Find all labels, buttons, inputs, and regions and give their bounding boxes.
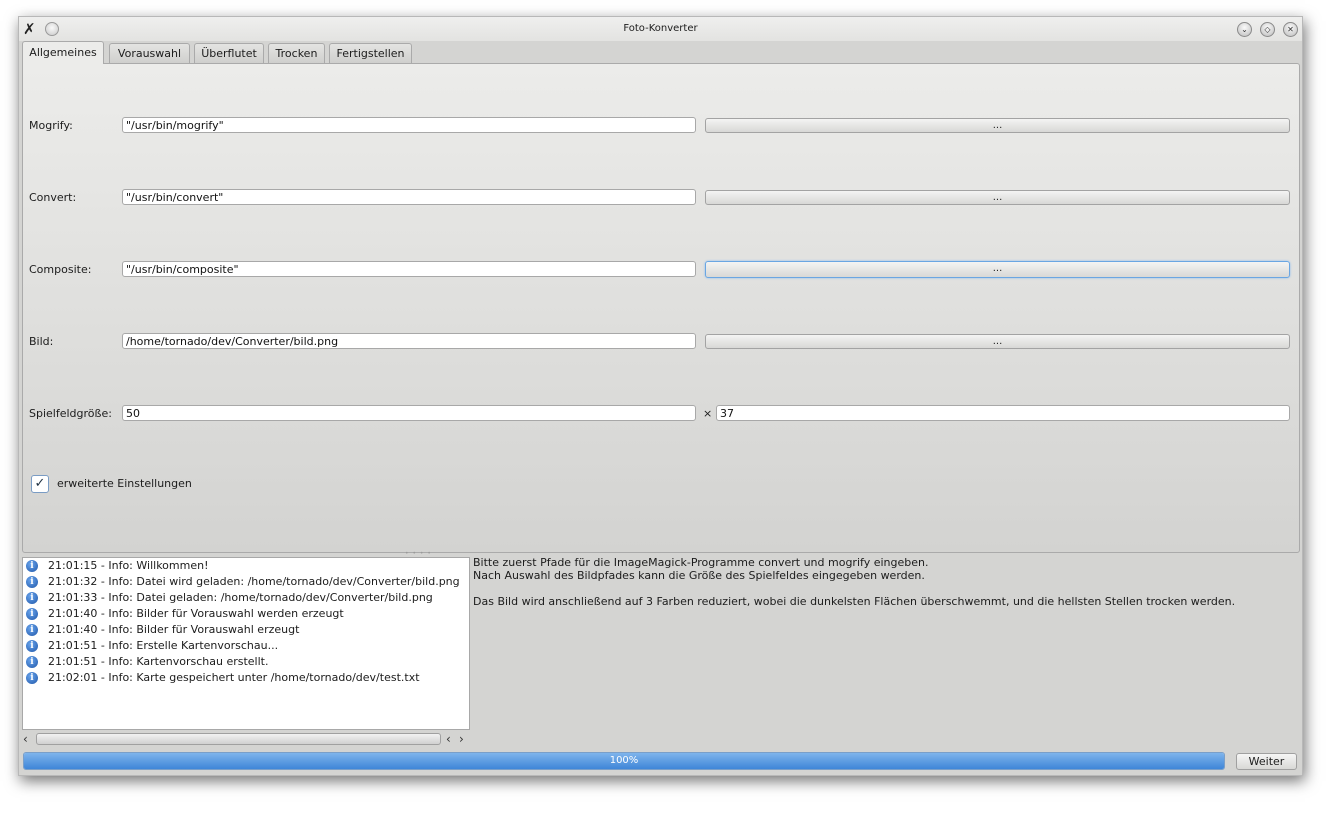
next-button[interactable]: Weiter bbox=[1236, 753, 1297, 770]
progress-bar: 100% bbox=[23, 752, 1225, 770]
advanced-settings-label[interactable]: erweiterte Einstellungen bbox=[57, 477, 192, 490]
convert-browse-button[interactable]: ... bbox=[705, 190, 1290, 205]
composite-browse-button[interactable]: ... bbox=[705, 261, 1290, 278]
info-icon: i bbox=[26, 656, 38, 668]
info-icon: i bbox=[26, 672, 38, 684]
mogrify-browse-button[interactable]: ... bbox=[705, 118, 1290, 133]
info-icon: i bbox=[26, 640, 38, 652]
scroll-left-icon[interactable]: ‹ bbox=[446, 731, 451, 747]
log-item[interactable]: i 21:01:15 - Info: Willkommen! bbox=[23, 558, 469, 574]
info-icon: i bbox=[26, 624, 38, 636]
size-separator: × bbox=[703, 407, 713, 420]
scrollbar-handle[interactable] bbox=[36, 733, 441, 745]
app-window: ✗ Foto-Konverter ⌄ ◇ ✕ Allgemeines Vorau… bbox=[18, 16, 1303, 776]
spielfeld-label: Spielfeldgröße: bbox=[29, 407, 112, 420]
info-icon: i bbox=[26, 608, 38, 620]
splitter-handle[interactable]: • • • • bbox=[405, 550, 432, 557]
convert-path-field[interactable]: "/usr/bin/convert" bbox=[122, 189, 696, 205]
log-item[interactable]: i 21:01:32 - Info: Datei wird geladen: /h… bbox=[23, 574, 469, 590]
log-item[interactable]: i 21:01:33 - Info: Datei geladen: /home/t… bbox=[23, 590, 469, 606]
mogrify-label: Mogrify: bbox=[29, 119, 73, 132]
tab-vorauswahl[interactable]: Vorauswahl bbox=[109, 43, 190, 63]
log-item[interactable]: i 21:01:51 - Info: Erstelle Kartenvorscha… bbox=[23, 638, 469, 654]
tab-trocken[interactable]: Trocken bbox=[268, 43, 325, 63]
log-item[interactable]: i 21:01:40 - Info: Bilder für Vorauswahl … bbox=[23, 622, 469, 638]
checkmark-icon: ✓ bbox=[34, 476, 46, 491]
help-text: Bitte zuerst Pfade für die ImageMagick-P… bbox=[473, 556, 1236, 608]
log-item[interactable]: i 21:01:40 - Info: Bilder für Vorauswahl … bbox=[23, 606, 469, 622]
log-item[interactable]: i 21:01:51 - Info: Kartenvorschau erstell… bbox=[23, 654, 469, 670]
title-bar[interactable]: ✗ Foto-Konverter ⌄ ◇ ✕ bbox=[19, 17, 1302, 41]
maximize-icon[interactable]: ◇ bbox=[1260, 22, 1275, 37]
scroll-left-icon[interactable]: ‹ bbox=[23, 731, 28, 747]
spielfeld-height-field[interactable]: 37 bbox=[716, 405, 1290, 421]
log-list[interactable]: i 21:01:15 - Info: Willkommen! i 21:01:32 … bbox=[22, 557, 470, 730]
window-title: Foto-Konverter bbox=[623, 23, 698, 34]
tab-panel-allgemeines: Mogrify: "/usr/bin/mogrify" ... Convert:… bbox=[22, 63, 1300, 553]
log-item[interactable]: i 21:02:01 - Info: Karte gespeichert unte… bbox=[23, 670, 469, 686]
bild-browse-button[interactable]: ... bbox=[705, 334, 1290, 349]
bild-label: Bild: bbox=[29, 335, 54, 348]
minimize-icon[interactable]: ⌄ bbox=[1237, 22, 1252, 37]
log-horizontal-scrollbar[interactable]: ‹ ‹ › bbox=[22, 731, 468, 747]
progress-label: 100% bbox=[609, 755, 639, 766]
info-icon: i bbox=[26, 560, 38, 572]
tab-allgemeines[interactable]: Allgemeines bbox=[22, 41, 104, 64]
info-icon: i bbox=[26, 576, 38, 588]
mogrify-path-field[interactable]: "/usr/bin/mogrify" bbox=[122, 117, 696, 133]
convert-label: Convert: bbox=[29, 191, 77, 204]
advanced-settings-checkbox[interactable]: ✓ bbox=[31, 475, 49, 493]
composite-label: Composite: bbox=[29, 263, 92, 276]
info-icon: i bbox=[26, 592, 38, 604]
scroll-right-icon[interactable]: › bbox=[459, 731, 464, 747]
spielfeld-width-field[interactable]: 50 bbox=[122, 405, 696, 421]
tab-fertigstellen[interactable]: Fertigstellen bbox=[329, 43, 412, 63]
tab-ueberflutet[interactable]: Überflutet bbox=[194, 43, 264, 63]
bild-path-field[interactable]: /home/tornado/dev/Converter/bild.png bbox=[122, 333, 696, 349]
composite-path-field[interactable]: "/usr/bin/composite" bbox=[122, 261, 696, 277]
close-icon[interactable]: ✕ bbox=[1283, 22, 1298, 37]
